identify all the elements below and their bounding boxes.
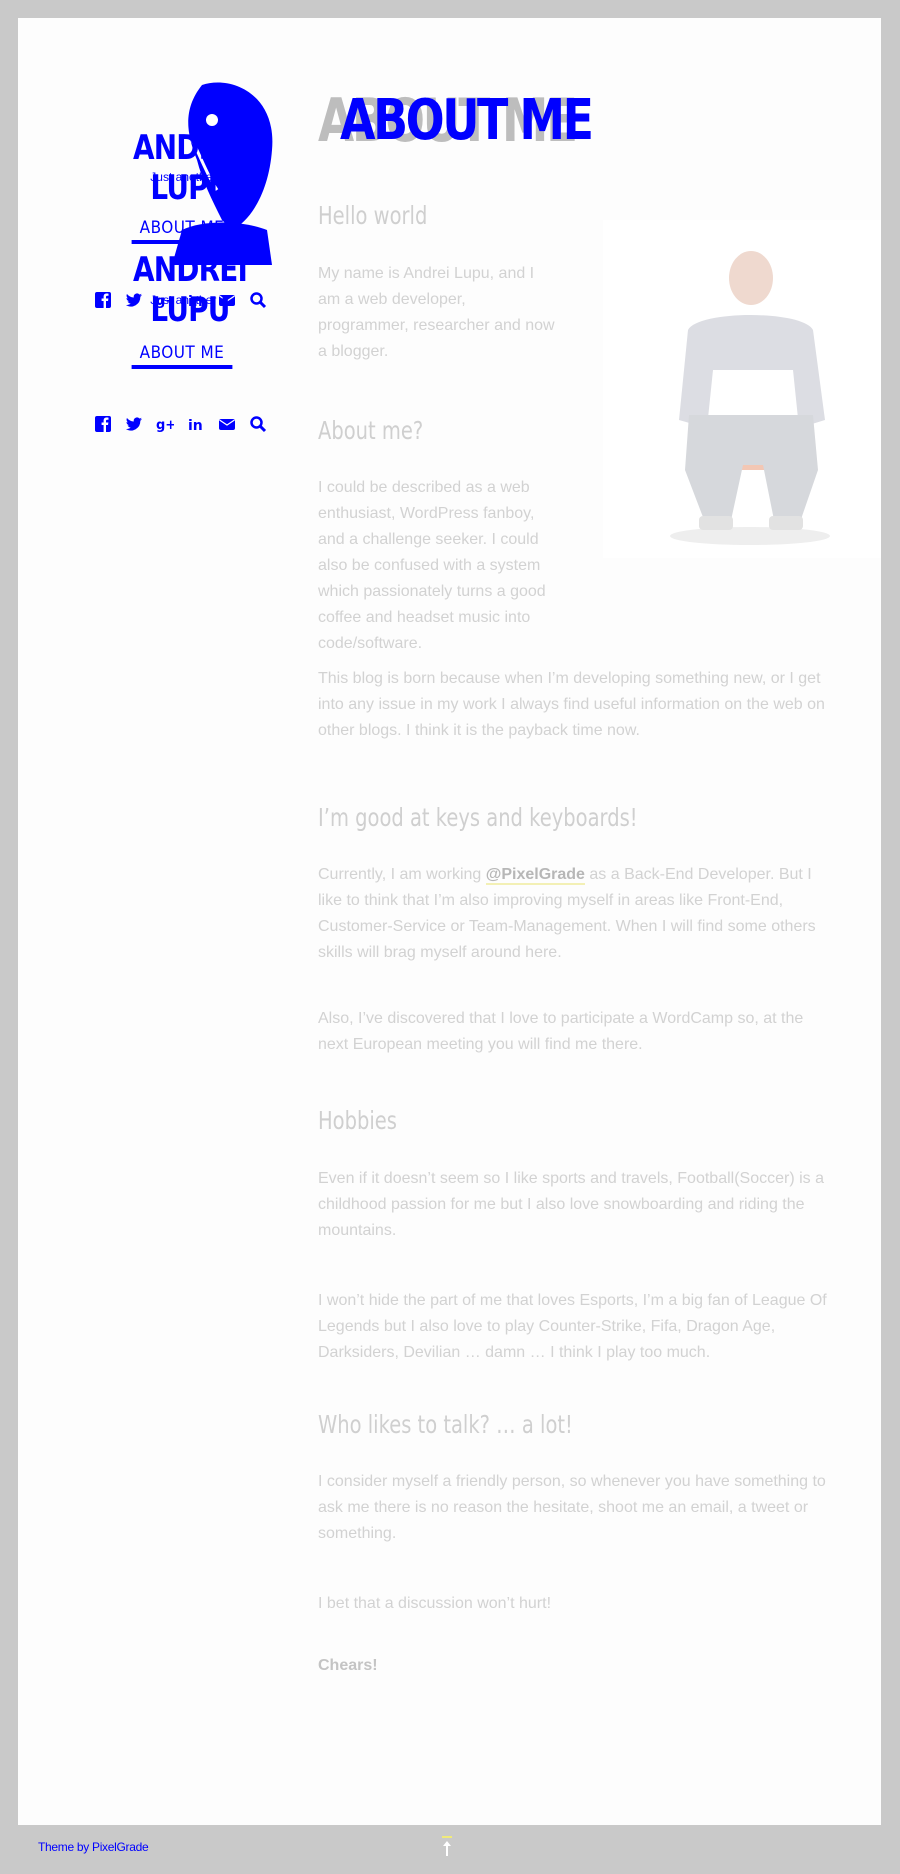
nav-about-me-link[interactable]: ABOUT ME [131,218,233,244]
email-icon[interactable] [218,415,236,433]
section-heading-keys: I’m good at keys and keyboards! [318,803,638,832]
section-heading-about: About me? [318,416,424,445]
linkedin-icon[interactable]: in [187,415,205,433]
closing-text: Chears! [318,1657,378,1674]
section-heading-hobbies: Hobbies [318,1106,397,1135]
hobbies-paragraph-2: I won’t hide the part of me that loves E… [318,1292,827,1361]
footer-credit-text: Theme by PixelGrade [38,1840,149,1854]
author-photo [670,251,830,545]
svg-text:g+: g+ [156,418,174,433]
keys-text-before: Currently, I am working [318,866,486,883]
google-plus-icon[interactable]: g+ [156,415,174,433]
hello-paragraph: My name is Andrei Lupu, and I am a web d… [318,265,555,360]
site-tagline: Just another ... [150,293,230,307]
sidebar: ANDREI LUPU Just another ... ABOUT ME g+… [18,18,318,618]
hobbies-paragraph-1: Even if it doesn’t seem so I like sports… [318,1170,824,1239]
social-links: g+ in [94,414,267,434]
section-heading-hello: Hello world [318,201,428,230]
search-icon[interactable] [249,415,267,433]
facebook-icon[interactable] [94,415,112,433]
site-tagline: Just another ... [150,170,230,184]
keys-paragraph-1: Currently, I am working @PixelGrade as a… [318,862,828,966]
about-paragraph-2: This blog is born because when I’m devel… [318,670,825,739]
site-title[interactable]: ANDREI LUPU [108,250,272,330]
section-heading-talk: Who likes to talk? … a lot! [318,1410,573,1439]
about-paragraph-1: I could be described as a web enthusiast… [318,479,546,652]
nav-about-me-link[interactable]: ABOUT ME [131,343,233,369]
talk-paragraph-1: I consider myself a friendly person, so … [318,1473,826,1542]
closing-line: Chears! [318,1653,828,1679]
twitter-icon[interactable] [125,415,143,433]
talk-paragraph-2: I bet that a discussion won’t hurt! [318,1595,552,1612]
page-container: ANDREI LUPU Just another ... ABOUT ME g+… [18,18,881,1825]
author-portrait [603,220,881,558]
site-title[interactable]: ANDREI LUPU [108,128,272,208]
back-to-top-icon[interactable] [441,1836,453,1858]
keys-paragraph-2: Also, I’ve discovered that I love to par… [318,1010,804,1053]
svg-text:in: in [188,418,203,433]
page-title: ABOUT ME [340,88,594,153]
pixelgrade-link[interactable]: @PixelGrade [485,866,585,885]
footer-credit[interactable]: Theme by PixelGrade [38,1840,149,1854]
